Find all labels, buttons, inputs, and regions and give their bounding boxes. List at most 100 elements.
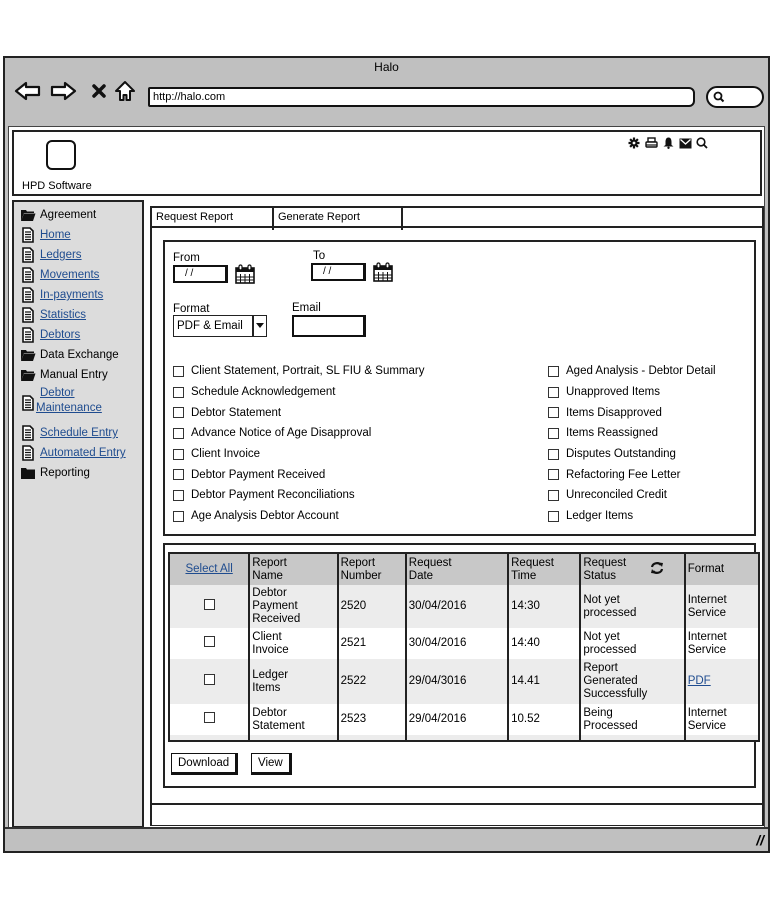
sidebar-item-manual-entry[interactable]: Manual Entry xyxy=(14,366,142,386)
sidebar-item-debtor-maintenance[interactable]: Debtor Maintenance xyxy=(14,386,142,424)
checkbox[interactable] xyxy=(548,448,559,460)
logo xyxy=(46,140,76,170)
cell-request-time: 14:30 xyxy=(507,585,581,628)
calendar-icon[interactable] xyxy=(234,263,256,288)
report-requests-table: Select All Report Name Report Number Reque… xyxy=(168,552,760,742)
table-row-empty xyxy=(169,735,759,741)
report-option[interactable]: Age Analysis Debtor Account xyxy=(173,506,424,527)
envelope-icon[interactable] xyxy=(678,136,692,150)
checkbox[interactable] xyxy=(548,427,559,439)
report-option[interactable]: Debtor Statement xyxy=(173,402,424,423)
checkbox[interactable] xyxy=(548,386,559,398)
report-option[interactable]: Advance Notice of Age Disapproval xyxy=(173,423,424,444)
table-row: Ledger Items 2522 29/04/3016 14.41 Report… xyxy=(169,659,759,704)
report-option[interactable]: Client Invoice xyxy=(173,444,424,465)
table-row: Client Invoice 2521 30/04/2016 14:40 Not … xyxy=(169,628,759,659)
refresh-icon[interactable] xyxy=(650,561,664,578)
sidebar-item-home[interactable]: Home xyxy=(14,226,142,246)
sidebar-item-automated-entry[interactable]: Automated Entry xyxy=(14,444,142,464)
home-icon[interactable] xyxy=(113,80,137,102)
report-option[interactable]: Debtor Payment Received xyxy=(173,464,424,485)
from-date-input[interactable]: / / xyxy=(173,265,228,283)
report-option[interactable]: Unapproved Items xyxy=(548,382,716,403)
email-input[interactable] xyxy=(292,315,366,337)
cell-report-name: Debtor Payment Received xyxy=(248,585,338,628)
report-option[interactable]: Items Disapproved xyxy=(548,402,716,423)
sidebar-nav: Agreement Home Ledgers Movements In-paym… xyxy=(12,200,144,828)
gear-icon[interactable] xyxy=(627,136,641,150)
row-checkbox[interactable] xyxy=(203,636,215,647)
browser-window: Halo http://halo.com HPD Software Agreem… xyxy=(3,56,770,853)
report-option[interactable]: Items Reassigned xyxy=(548,423,716,444)
browser-search-box[interactable] xyxy=(706,86,764,108)
cell-request-status: Report Generated Successfully xyxy=(579,659,685,704)
checkbox[interactable] xyxy=(548,489,559,501)
resize-handle-icon[interactable]: // xyxy=(756,832,764,848)
sidebar-item-ledgers[interactable]: Ledgers xyxy=(14,246,142,266)
row-checkbox[interactable] xyxy=(203,599,215,610)
format-select-value: PDF & Email xyxy=(177,320,243,332)
sidebar-item-schedule-entry[interactable]: Schedule Entry xyxy=(14,424,142,444)
row-checkbox[interactable] xyxy=(203,674,215,685)
to-label: To xyxy=(313,250,326,262)
checkbox[interactable] xyxy=(548,365,559,377)
report-option[interactable]: Disputes Outstanding xyxy=(548,444,716,465)
report-option[interactable]: Refactoring Fee Letter xyxy=(548,464,716,485)
document-icon xyxy=(22,247,34,263)
chevron-down-icon[interactable] xyxy=(252,316,266,336)
sidebar-item-agreement[interactable]: Agreement xyxy=(14,206,142,226)
checkbox[interactable] xyxy=(173,407,184,419)
cell-report-number: 2521 xyxy=(336,628,406,659)
checkbox[interactable] xyxy=(173,386,184,398)
forward-arrow-icon[interactable] xyxy=(48,80,78,102)
sidebar-item-movements[interactable]: Movements xyxy=(14,266,142,286)
checkbox[interactable] xyxy=(173,489,184,501)
stop-icon[interactable] xyxy=(89,80,109,102)
bell-icon[interactable] xyxy=(661,136,675,150)
download-button[interactable]: Download xyxy=(171,753,239,775)
report-option[interactable]: Aged Analysis - Debtor Detail xyxy=(548,361,716,382)
tab-request-report[interactable]: Request Report xyxy=(152,208,274,230)
checkbox[interactable] xyxy=(173,510,184,522)
cell-request-status: Not yet processed xyxy=(579,585,685,628)
folder-open-icon xyxy=(21,210,36,221)
checkbox[interactable] xyxy=(173,469,184,481)
checkbox[interactable] xyxy=(548,407,559,419)
sidebar-item-reporting[interactable]: Reporting xyxy=(14,464,142,484)
printer-icon[interactable] xyxy=(644,136,658,150)
sidebar-item-statistics[interactable]: Statistics xyxy=(14,306,142,326)
col-format: Format xyxy=(683,553,759,585)
sidebar-item-data-exchange[interactable]: Data Exchange xyxy=(14,346,142,366)
table-header-row: Select All Report Name Report Number Reque… xyxy=(169,553,759,585)
report-option[interactable]: Debtor Payment Reconciliations xyxy=(173,485,424,506)
checkbox[interactable] xyxy=(173,427,184,439)
checkbox[interactable] xyxy=(173,365,184,377)
tab-generate-report[interactable]: Generate Report xyxy=(274,208,403,230)
cell-report-name: Client Invoice xyxy=(248,628,338,659)
document-icon xyxy=(22,425,34,441)
view-button[interactable]: View xyxy=(251,753,292,775)
search-icon[interactable] xyxy=(695,136,709,150)
checkbox[interactable] xyxy=(548,469,559,481)
checkbox[interactable] xyxy=(173,448,184,460)
browser-status-bar: // xyxy=(5,827,768,851)
back-arrow-icon[interactable] xyxy=(13,80,43,102)
select-all-link[interactable]: Select All xyxy=(185,563,232,575)
report-option[interactable]: Ledger Items xyxy=(548,506,716,527)
sidebar-item-in-payments[interactable]: In-payments xyxy=(14,286,142,306)
pdf-link[interactable]: PDF xyxy=(688,675,711,687)
calendar-icon[interactable] xyxy=(372,261,394,286)
cell-request-status: Being Processed xyxy=(579,704,685,735)
sidebar-item-debtors[interactable]: Debtors xyxy=(14,326,142,346)
checkbox[interactable] xyxy=(548,510,559,522)
report-option[interactable]: Unreconciled Credit xyxy=(548,485,716,506)
url-bar[interactable]: http://halo.com xyxy=(148,87,695,107)
format-select[interactable]: PDF & Email xyxy=(173,315,267,337)
header-toolbar xyxy=(627,136,709,150)
row-checkbox[interactable] xyxy=(203,712,215,723)
report-results-panel: Select All Report Name Report Number Reque… xyxy=(163,543,760,788)
report-option[interactable]: Schedule Acknowledgement xyxy=(173,382,424,403)
to-date-input[interactable]: / / xyxy=(311,263,366,281)
col-report-name: Report Name xyxy=(248,553,338,585)
report-option[interactable]: Client Statement, Portrait, SL FIU & Sum… xyxy=(173,361,424,382)
